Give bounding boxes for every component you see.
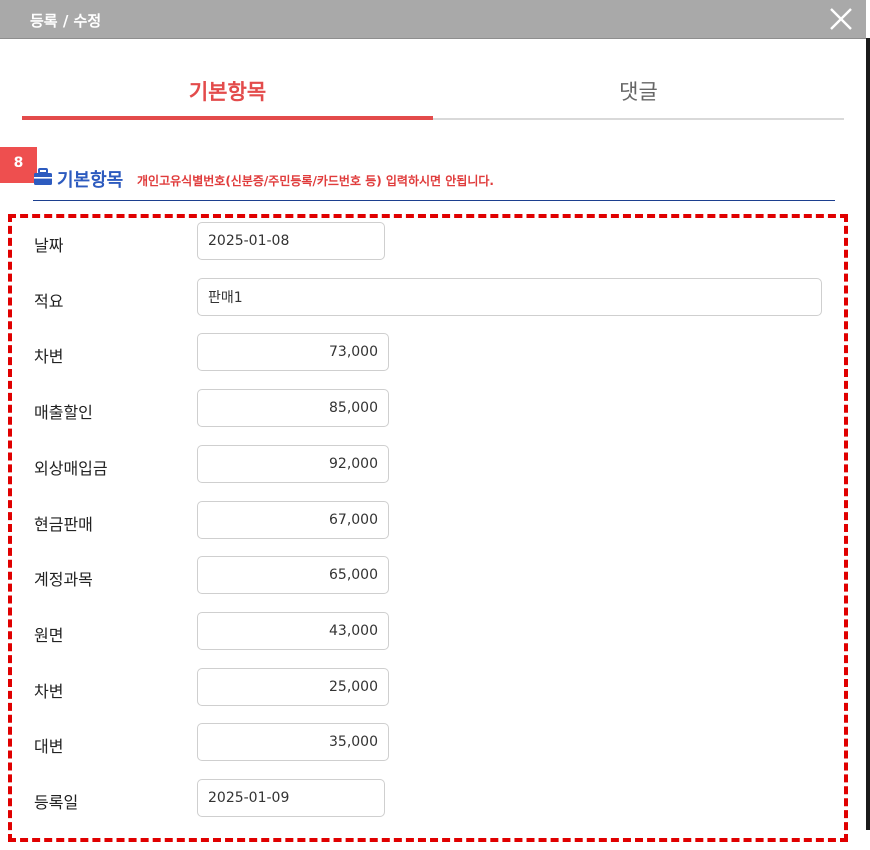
form-row: 날짜 [12, 222, 844, 262]
form-row: 현금판매 [12, 500, 844, 541]
form-row: 원면 [12, 611, 844, 652]
window-edge [866, 38, 870, 830]
cash-sales-field[interactable] [197, 500, 389, 539]
field-label: 등록일 [34, 793, 79, 812]
registered-date-field[interactable] [197, 779, 385, 817]
field-label: 매출할인 [34, 403, 93, 423]
debit-field-2[interactable] [197, 667, 389, 706]
form-row: 등록일 [12, 779, 844, 819]
tab-comments[interactable]: 댓글 [433, 68, 844, 120]
accounts-payable-field[interactable] [197, 444, 389, 483]
field-label: 현금판매 [34, 514, 93, 534]
summary-field[interactable] [197, 277, 822, 316]
dialog-title: 등록 / 수정 [30, 12, 102, 30]
field-label: 대변 [34, 737, 64, 757]
tab-bar: 기본항목 댓글 [22, 68, 844, 120]
field-label: 차변 [34, 347, 64, 367]
field-label: 외상매입금 [34, 458, 108, 478]
field-label: 차변 [34, 681, 64, 701]
dialog-title-bar: 등록 / 수정 [0, 0, 866, 39]
form-row: 차변 [12, 333, 844, 373]
briefcase-icon [34, 168, 52, 185]
form-row: 적요 [12, 277, 844, 318]
tab-basic-items[interactable]: 기본항목 [22, 68, 433, 120]
field-label: 계정과목 [34, 570, 93, 590]
credit-field[interactable] [197, 723, 389, 762]
account-item-field[interactable] [197, 556, 389, 595]
form-row: 매출할인 [12, 389, 844, 429]
annotation-badge: 8 [0, 147, 37, 183]
form-row: 차변 [12, 667, 844, 708]
field-label: 적요 [34, 291, 64, 311]
close-icon[interactable] [828, 6, 854, 32]
form-row: 외상매입금 [12, 444, 844, 485]
field-label: 원면 [34, 625, 64, 645]
wonmyeon-field[interactable] [197, 611, 389, 650]
form-row: 계정과목 [12, 556, 844, 596]
date-field[interactable] [197, 222, 385, 260]
section-heading: 기본항목 [57, 170, 124, 191]
form-row: 대변 [12, 723, 844, 763]
section-header: 기본항목 개인고유식별번호(신분증/주민등록/카드번호 등) 입력하시면 안됩니… [33, 166, 835, 201]
field-label: 날짜 [34, 236, 64, 255]
sales-discount-field[interactable] [197, 389, 389, 428]
form-area: 날짜적요차변매출할인외상매입금현금판매계정과목원면차변대변등록일 [8, 214, 848, 842]
privacy-notice: 개인고유식별번호(신분증/주민등록/카드번호 등) 입력하시면 안됩니다. [137, 174, 494, 188]
debit-field[interactable] [197, 333, 389, 372]
